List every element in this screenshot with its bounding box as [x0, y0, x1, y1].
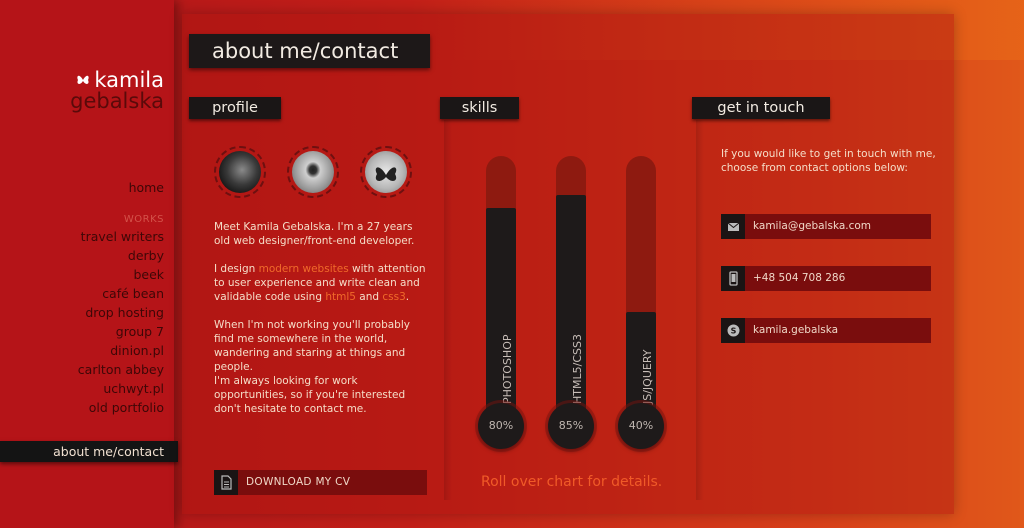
nav-item-group-7[interactable]: group 7 — [78, 322, 164, 341]
logo[interactable]: kamila gebalska — [70, 70, 164, 112]
contact-phone[interactable]: +48 504 708 286 — [721, 266, 931, 291]
profile-photo-2[interactable] — [287, 146, 339, 198]
contact-skype[interactable]: S kamila.gebalska — [721, 318, 931, 343]
profile-work-paragraph: I'm always looking for work opportunitie… — [214, 375, 406, 415]
nav-item-travel-writers[interactable]: travel writers — [78, 227, 164, 246]
skill-bar-photoshop[interactable]: PHOTOSHOP 80% — [478, 156, 524, 449]
butterfly-icon — [375, 167, 397, 181]
email-text: kamila@gebalska.com — [753, 220, 872, 232]
profile-heading: profile — [189, 97, 281, 119]
contact-email[interactable]: kamila@gebalska.com — [721, 214, 931, 239]
nav-item-uchwyt[interactable]: uchwyt.pl — [78, 379, 164, 398]
butterfly-icon — [76, 70, 90, 91]
document-icon — [214, 470, 238, 495]
skill-percent: 40% — [618, 403, 664, 449]
nav-item-old-portfolio[interactable]: old portfolio — [78, 398, 164, 417]
skill-bar-js-jquery[interactable]: JS/JQUERY 40% — [618, 156, 664, 449]
nav-item-cafe-bean[interactable]: café bean — [78, 284, 164, 303]
chart-hint: Roll over chart for details. — [481, 474, 663, 490]
column-divider — [444, 120, 452, 500]
phone-icon — [721, 266, 745, 291]
contact-intro: If you would like to get in touch with m… — [721, 148, 936, 174]
skill-percent: 85% — [548, 403, 594, 449]
skype-icon: S — [721, 318, 745, 343]
logo-last-name: gebalska — [70, 89, 164, 113]
profile-hobby-paragraph: When I'm not working you'll probably fin… — [214, 319, 410, 373]
svg-text:S: S — [731, 327, 737, 336]
profile-photo-1[interactable] — [214, 146, 266, 198]
nav-item-about-active[interactable]: about me/contact — [0, 441, 178, 462]
skill-label: PHOTOSHOP — [501, 334, 514, 405]
column-divider — [696, 120, 704, 500]
link-css3[interactable]: css3 — [382, 291, 405, 303]
profile-intro: Meet Kamila Gebalska. I'm a 27 years old… — [214, 221, 415, 247]
profile-skills-paragraph: I design modern websites with attention … — [214, 263, 426, 303]
nav-item-derby[interactable]: derby — [78, 246, 164, 265]
page-title: about me/contact — [189, 34, 430, 68]
download-cv-button[interactable]: DOWNLOAD MY CV — [214, 470, 427, 495]
skill-percent: 80% — [478, 403, 524, 449]
contact-heading: get in touch — [692, 97, 830, 119]
nav-item-drop-hosting[interactable]: drop hosting — [78, 303, 164, 322]
skill-bar-html5-css3[interactable]: HTML5/CSS3 85% — [548, 156, 594, 449]
skype-text: kamila.gebalska — [753, 324, 839, 336]
nav-item-dinion[interactable]: dinion.pl — [78, 341, 164, 360]
nav-works-heading: WORKS — [123, 214, 164, 225]
nav-item-carlton-abbey[interactable]: carlton abbey — [78, 360, 164, 379]
main-nav: home WORKS travel writers derby beek caf… — [78, 178, 164, 417]
link-html5[interactable]: html5 — [325, 291, 356, 303]
nav-home[interactable]: home — [78, 178, 164, 197]
profile-photo-3[interactable] — [360, 146, 412, 198]
envelope-icon — [721, 214, 745, 239]
link-modern-websites[interactable]: modern websites — [259, 263, 349, 275]
skills-heading: skills — [440, 97, 519, 119]
skill-label: JS/JQUERY — [641, 349, 654, 405]
phone-text: +48 504 708 286 — [753, 272, 846, 284]
skill-label: HTML5/CSS3 — [571, 334, 584, 404]
nav-item-beek[interactable]: beek — [78, 265, 164, 284]
download-cv-label: DOWNLOAD MY CV — [246, 476, 351, 488]
